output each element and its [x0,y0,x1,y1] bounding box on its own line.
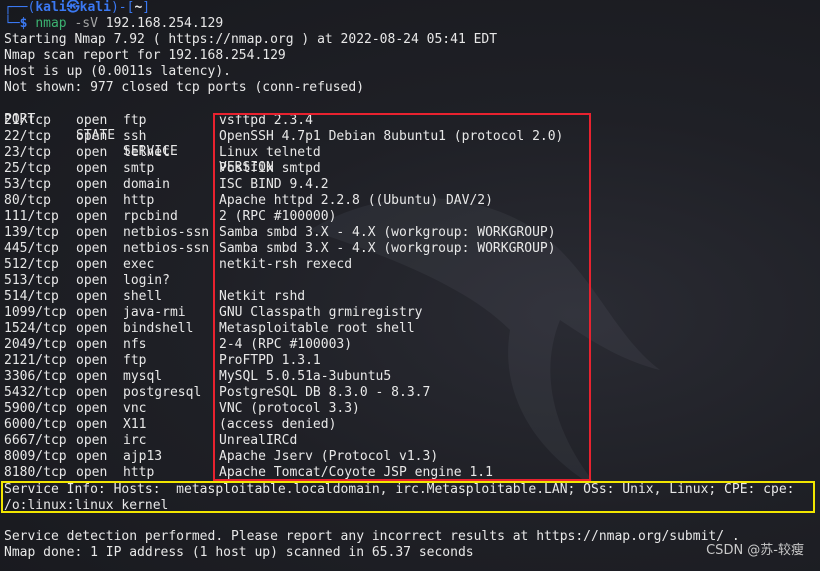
output-line: Service detection performed. Please repo… [4,529,740,544]
service-cell: java-rmi [123,305,186,320]
port-cell: 512/tcp [4,257,59,272]
state-cell: open [76,353,108,368]
terminal-window[interactable]: ┌──(kali㉿kali)-[~] └─$ nmap -sV 192.168.… [0,0,820,571]
port-cell: 22/tcp [4,129,51,144]
service-cell: rpcbind [123,209,178,224]
prompt-corner-bottom: └─ [4,16,20,31]
port-cell: 1524/tcp [4,321,67,336]
output-line: Host is up (0.0011s latency). [4,64,231,79]
service-cell: shell [123,289,163,304]
command-target: 192.168.254.129 [105,16,224,31]
command-line: └─$ nmap -sV 192.168.254.129 [4,16,223,32]
state-cell: open [76,321,108,336]
service-cell: login? [123,273,170,288]
state-cell: open [76,257,108,272]
service-cell: smtp [123,161,155,176]
state-cell: open [76,273,108,288]
state-cell: open [76,161,108,176]
port-cell: 139/tcp [4,225,59,240]
port-cell: 8180/tcp [4,465,67,480]
prompt-bracket-close: ] [142,0,151,15]
state-cell: open [76,209,108,224]
service-cell: ssh [123,129,147,144]
port-cell: 2049/tcp [4,337,67,352]
service-cell: ftp [123,113,147,128]
table-header: PORT STATE SERVICE VERSION [0,96,820,175]
state-cell: open [76,337,108,352]
command-name: nmap [35,16,67,31]
output-line: Nmap scan report for 192.168.254.129 [4,48,286,63]
state-cell: open [76,113,108,128]
port-cell: 5432/tcp [4,385,67,400]
state-cell: open [76,385,108,400]
service-cell: bindshell [123,321,194,336]
prompt-dollar: $ [19,16,28,31]
port-cell: 8009/tcp [4,449,67,464]
service-cell: ftp [123,353,147,368]
port-cell: 6000/tcp [4,417,67,432]
service-cell: http [123,193,155,208]
command-flag: -sV [74,16,98,31]
state-cell: open [76,369,108,384]
service-cell: ajp13 [123,449,163,464]
state-cell: open [76,449,108,464]
port-cell: 21/tcp [4,113,51,128]
output-line: Starting Nmap 7.92 ( https://nmap.org ) … [4,32,498,47]
port-cell: 25/tcp [4,161,51,176]
version-highlight-box [213,113,591,481]
port-cell: 514/tcp [4,289,59,304]
service-cell: vnc [123,401,147,416]
prompt-user: kali [35,0,67,15]
service-cell: domain [123,177,170,192]
service-cell: irc [123,433,147,448]
service-cell: nfs [123,337,147,352]
service-cell: http [123,465,155,480]
prompt-bracket-open: )-[ [110,0,135,15]
prompt-at-symbol: ㉿ [66,0,80,15]
prompt-context-line: ┌──(kali㉿kali)-[~] [4,0,150,16]
state-cell: open [76,193,108,208]
port-cell: 1099/tcp [4,305,67,320]
port-cell: 3306/tcp [4,369,67,384]
output-line: Not shown: 977 closed tcp ports (conn-re… [4,80,365,95]
service-cell: exec [123,257,155,272]
service-cell: netbios-ssn [123,225,210,240]
port-cell: 5900/tcp [4,401,67,416]
port-cell: 53/tcp [4,177,51,192]
port-cell: 445/tcp [4,241,59,256]
state-cell: open [76,417,108,432]
state-cell: open [76,241,108,256]
state-cell: open [76,289,108,304]
service-cell: mysql [123,369,163,384]
service-cell: postgresql [123,385,202,400]
port-cell: 513/tcp [4,273,59,288]
port-cell: 80/tcp [4,193,51,208]
port-cell: 23/tcp [4,145,51,160]
prompt-host: kali [79,0,111,15]
state-cell: open [76,401,108,416]
port-cell: 6667/tcp [4,433,67,448]
state-cell: open [76,145,108,160]
service-cell: netbios-ssn [123,241,210,256]
port-cell: 111/tcp [4,209,59,224]
prompt-corner-top: ┌──( [4,0,36,15]
service-cell: telnet [123,145,170,160]
state-cell: open [76,433,108,448]
service-info-highlight-box [1,481,815,513]
csdn-watermark: CSDN @苏-较瘦 [706,543,804,558]
state-cell: open [76,177,108,192]
state-cell: open [76,225,108,240]
state-cell: open [76,129,108,144]
port-cell: 2121/tcp [4,353,67,368]
state-cell: open [76,465,108,480]
service-cell: X11 [123,417,147,432]
state-cell: open [76,305,108,320]
output-line: Nmap done: 1 IP address (1 host up) scan… [4,545,474,560]
